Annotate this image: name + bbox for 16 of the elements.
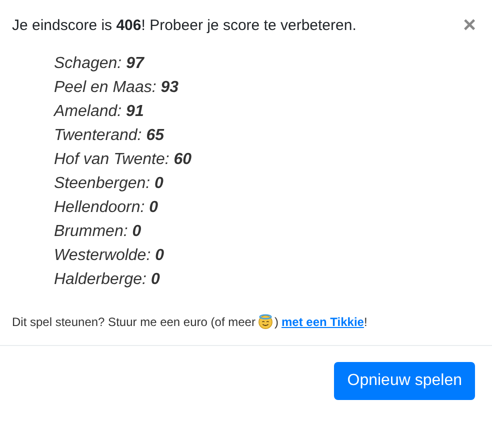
score-item: Brummen: 0 — [54, 222, 142, 242]
score-message: Je eindscore is 406! Probeer je score te verbeteren. — [12, 16, 356, 34]
score-item: Steenbergen: 0 — [54, 174, 164, 194]
tikkie-link[interactable]: met een Tikkie — [281, 314, 364, 328]
score-item: Hof van Twente: 60 — [54, 150, 192, 170]
score-item: Halderberge: 0 — [54, 270, 160, 290]
support-text: Dit spel steunen? Stuur me een euro (of meer ) met een Tikkie! — [12, 314, 368, 329]
score-item: Peel en Maas: 93 — [54, 78, 179, 98]
score-item: Twenterand: 65 — [54, 126, 164, 146]
score-item: Hellendoorn: 0 — [54, 198, 158, 218]
smiley-icon — [258, 314, 274, 329]
score-item: Ameland: 91 — [54, 102, 144, 122]
score-item: Schagen: 97 — [54, 54, 144, 74]
score-item: Westerwolde: 0 — [54, 246, 164, 266]
play-again-button[interactable]: Opnieuw spelen — [334, 362, 475, 400]
close-button[interactable]: × — [459, 14, 480, 36]
